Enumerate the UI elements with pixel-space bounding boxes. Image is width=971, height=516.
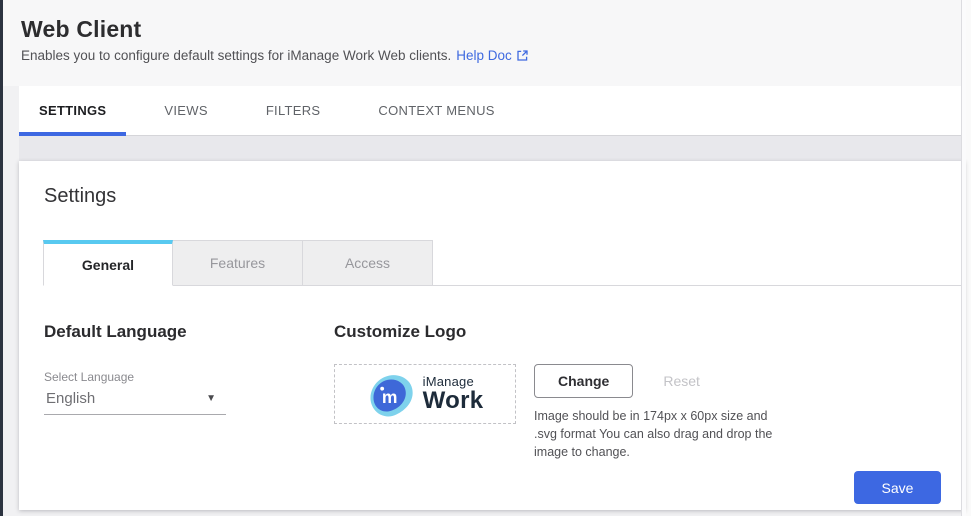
secondary-tab-bar: General Features Access <box>43 240 965 286</box>
language-select-label: Select Language <box>44 370 226 384</box>
content-region: Web Client Enables you to configure defa… <box>3 0 966 516</box>
tab-context-menus[interactable]: CONTEXT MENUS <box>358 86 514 135</box>
main-column: SETTINGS VIEWS FILTERS CONTEXT MENUS Set… <box>19 86 966 510</box>
caret-down-icon: ▼ <box>206 393 216 404</box>
primary-tab-bar: SETTINGS VIEWS FILTERS CONTEXT MENUS <box>19 86 966 136</box>
subtab-features[interactable]: Features <box>173 240 303 286</box>
tab-separator-band <box>19 136 966 161</box>
tab-settings[interactable]: SETTINGS <box>19 86 126 135</box>
scrollbar-gutter[interactable] <box>961 0 966 516</box>
default-language-heading: Default Language <box>44 322 334 342</box>
settings-card: Settings General Features Access Default… <box>19 161 965 510</box>
save-button[interactable]: Save <box>854 471 941 504</box>
logo-buttons-row: Change Reset <box>534 364 790 398</box>
page-header: Web Client Enables you to configure defa… <box>3 0 966 86</box>
web-client-admin-page: Web Client Enables you to configure defa… <box>0 0 971 516</box>
reset-logo-button: Reset <box>663 373 700 389</box>
change-logo-button[interactable]: Change <box>534 364 633 398</box>
logo-actions: Change Reset Image should be in 174px x … <box>534 364 790 461</box>
subtab-general[interactable]: General <box>43 240 173 286</box>
help-doc-label: Help Doc <box>456 48 512 63</box>
language-select[interactable]: Select Language English ▼ <box>44 370 226 415</box>
customize-logo-heading: Customize Logo <box>334 322 790 342</box>
card-title: Settings <box>19 161 965 208</box>
svg-text:m: m <box>381 386 397 406</box>
subtab-access[interactable]: Access <box>303 240 433 286</box>
help-doc-link[interactable]: Help Doc <box>456 48 529 63</box>
general-tab-content: Default Language Select Language English… <box>19 286 965 461</box>
logo-dropzone[interactable]: m iManage Work <box>334 364 516 424</box>
logo-hint-text: Image should be in 174px x 60px size and… <box>534 408 790 461</box>
customize-logo-section: Customize Logo m iManage <box>334 322 790 461</box>
language-select-value-row[interactable]: English ▼ <box>44 390 226 415</box>
language-selected-value: English <box>46 390 95 407</box>
tab-views[interactable]: VIEWS <box>144 86 227 135</box>
page-subtitle: Enables you to configure default setting… <box>21 48 966 63</box>
imanage-logo-mark-icon: m <box>367 372 414 417</box>
default-language-section: Default Language Select Language English… <box>44 322 334 461</box>
logo-wordmark: iManage Work <box>423 375 484 413</box>
logo-text-work: Work <box>423 389 484 413</box>
logo-row: m iManage Work Change Reset <box>334 364 790 461</box>
tab-filters[interactable]: FILTERS <box>246 86 341 135</box>
subtitle-text: Enables you to configure default setting… <box>21 48 451 63</box>
page-title: Web Client <box>21 16 966 43</box>
external-link-icon <box>516 49 529 62</box>
